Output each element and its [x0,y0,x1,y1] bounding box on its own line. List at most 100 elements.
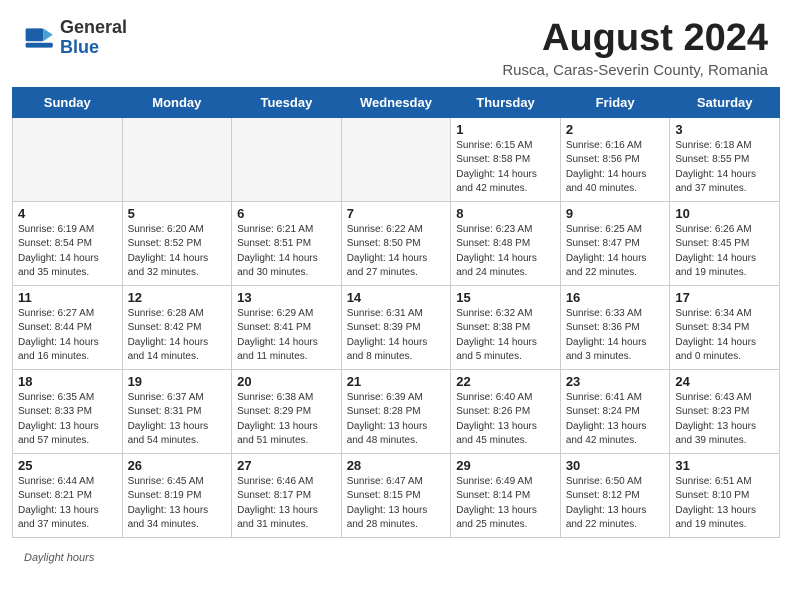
date-number: 21 [347,374,446,389]
month-title: August 2024 [502,18,768,60]
calendar-cell: 13 Sunrise: 6:29 AM Sunset: 8:41 PM Dayli… [232,285,342,369]
date-number: 10 [675,206,774,221]
date-number: 17 [675,290,774,305]
date-number: 25 [18,458,117,473]
calendar-cell: 15 Sunrise: 6:32 AM Sunset: 8:38 PM Dayli… [451,285,561,369]
day-info: Sunrise: 6:39 AM Sunset: 8:28 PM Dayligh… [347,391,446,449]
day-info: Sunrise: 6:40 AM Sunset: 8:26 PM Dayligh… [456,391,555,449]
day-info: Sunrise: 6:45 AM Sunset: 8:19 PM Dayligh… [128,475,227,533]
logo-icon [24,22,56,54]
calendar-cell: 20Sunrise: 6:38 AM Sunset: 8:29 PM Dayli… [232,369,342,453]
calendar-cell: 28 Sunrise: 6:47 AM Sunset: 8:15 PM Dayli… [341,453,451,537]
day-info: Sunrise: 6:34 AM Sunset: 8:34 PM Dayligh… [675,307,774,365]
title-block: August 2024 Rusca, Caras-Severin County,… [502,18,768,79]
day-info: Sunrise: 6:41 AM Sunset: 8:24 PM Dayligh… [566,391,665,449]
calendar-cell: 11 Sunrise: 6:27 AM Sunset: 8:44 PM Dayli… [13,285,123,369]
date-number: 9 [566,206,665,221]
date-number: 12 [128,290,227,305]
date-number: 6 [237,206,336,221]
day-header-tuesday: Tuesday [232,87,342,117]
day-info: Sunrise: 6:22 AM Sunset: 8:50 PM Dayligh… [347,223,446,281]
calendar-cell [341,117,451,201]
day-info: Sunrise: 6:37 AM Sunset: 8:31 PM Dayligh… [128,391,227,449]
calendar-cell: 19 Sunrise: 6:37 AM Sunset: 8:31 PM Dayli… [122,369,232,453]
date-number: 28 [347,458,446,473]
week-row-1: 1 Sunrise: 6:15 AM Sunset: 8:58 PM Daylig… [13,117,780,201]
week-row-3: 11 Sunrise: 6:27 AM Sunset: 8:44 PM Dayli… [13,285,780,369]
date-number: 13 [237,290,336,305]
calendar-cell: 3 Sunrise: 6:18 AM Sunset: 8:55 PM Daylig… [670,117,780,201]
calendar-cell: 27 Sunrise: 6:46 AM Sunset: 8:17 PM Dayli… [232,453,342,537]
calendar-cell: 6Sunrise: 6:21 AM Sunset: 8:51 PM Daylig… [232,201,342,285]
day-info: Sunrise: 6:49 AM Sunset: 8:14 PM Dayligh… [456,475,555,533]
day-info: Sunrise: 6:26 AM Sunset: 8:45 PM Dayligh… [675,223,774,281]
date-number: 29 [456,458,555,473]
calendar-cell [13,117,123,201]
date-number: 23 [566,374,665,389]
calendar-cell: 18 Sunrise: 6:35 AM Sunset: 8:33 PM Dayli… [13,369,123,453]
day-info: Sunrise: 6:27 AM Sunset: 8:44 PM Dayligh… [18,307,117,365]
week-row-5: 25 Sunrise: 6:44 AM Sunset: 8:21 PM Dayli… [13,453,780,537]
date-number: 22 [456,374,555,389]
footer: Daylight hours [0,548,792,572]
calendar-cell: 29 Sunrise: 6:49 AM Sunset: 8:14 PM Dayli… [451,453,561,537]
location-subtitle: Rusca, Caras-Severin County, Romania [502,62,768,79]
date-number: 14 [347,290,446,305]
calendar-cell: 21 Sunrise: 6:39 AM Sunset: 8:28 PM Dayli… [341,369,451,453]
date-number: 7 [347,206,446,221]
date-number: 27 [237,458,336,473]
date-number: 26 [128,458,227,473]
day-info: Sunrise: 6:33 AM Sunset: 8:36 PM Dayligh… [566,307,665,365]
day-info: Sunrise: 6:44 AM Sunset: 8:21 PM Dayligh… [18,475,117,533]
calendar-cell: 10 Sunrise: 6:26 AM Sunset: 8:45 PM Dayli… [670,201,780,285]
day-info: Sunrise: 6:16 AM Sunset: 8:56 PM Dayligh… [566,139,665,197]
day-info: Sunrise: 6:43 AM Sunset: 8:23 PM Dayligh… [675,391,774,449]
date-number: 11 [18,290,117,305]
date-number: 2 [566,122,665,137]
day-info: Sunrise: 6:50 AM Sunset: 8:12 PM Dayligh… [566,475,665,533]
calendar-cell: 23 Sunrise: 6:41 AM Sunset: 8:24 PM Dayli… [560,369,670,453]
day-info: Sunrise: 6:23 AM Sunset: 8:48 PM Dayligh… [456,223,555,281]
calendar-wrapper: SundayMondayTuesdayWednesdayThursdayFrid… [0,87,792,548]
day-info: Sunrise: 6:15 AM Sunset: 8:58 PM Dayligh… [456,139,555,197]
calendar-cell: 17 Sunrise: 6:34 AM Sunset: 8:34 PM Dayli… [670,285,780,369]
date-number: 15 [456,290,555,305]
date-number: 16 [566,290,665,305]
day-info: Sunrise: 6:18 AM Sunset: 8:55 PM Dayligh… [675,139,774,197]
day-info: Sunrise: 6:28 AM Sunset: 8:42 PM Dayligh… [128,307,227,365]
day-info: Sunrise: 6:32 AM Sunset: 8:38 PM Dayligh… [456,307,555,365]
day-info: Sunrise: 6:51 AM Sunset: 8:10 PM Dayligh… [675,475,774,533]
date-number: 24 [675,374,774,389]
day-info: Sunrise: 6:47 AM Sunset: 8:15 PM Dayligh… [347,475,446,533]
calendar-cell: 5Sunrise: 6:20 AM Sunset: 8:52 PM Daylig… [122,201,232,285]
week-row-4: 18 Sunrise: 6:35 AM Sunset: 8:33 PM Dayli… [13,369,780,453]
week-row-2: 4Sunrise: 6:19 AM Sunset: 8:54 PM Daylig… [13,201,780,285]
day-info: Sunrise: 6:20 AM Sunset: 8:52 PM Dayligh… [128,223,227,281]
day-info: Sunrise: 6:46 AM Sunset: 8:17 PM Dayligh… [237,475,336,533]
day-header-sunday: Sunday [13,87,123,117]
date-number: 20 [237,374,336,389]
day-info: Sunrise: 6:29 AM Sunset: 8:41 PM Dayligh… [237,307,336,365]
day-header-thursday: Thursday [451,87,561,117]
date-number: 30 [566,458,665,473]
date-number: 19 [128,374,227,389]
calendar-cell: 24 Sunrise: 6:43 AM Sunset: 8:23 PM Dayli… [670,369,780,453]
date-number: 3 [675,122,774,137]
date-number: 4 [18,206,117,221]
calendar-cell: 8Sunrise: 6:23 AM Sunset: 8:48 PM Daylig… [451,201,561,285]
date-number: 1 [456,122,555,137]
calendar-cell: 1 Sunrise: 6:15 AM Sunset: 8:58 PM Daylig… [451,117,561,201]
calendar-cell: 7 Sunrise: 6:22 AM Sunset: 8:50 PM Daylig… [341,201,451,285]
page-header: General Blue August 2024 Rusca, Caras-Se… [0,0,792,87]
calendar-cell: 2 Sunrise: 6:16 AM Sunset: 8:56 PM Daylig… [560,117,670,201]
day-info: Sunrise: 6:35 AM Sunset: 8:33 PM Dayligh… [18,391,117,449]
day-header-monday: Monday [122,87,232,117]
date-number: 31 [675,458,774,473]
calendar-table: SundayMondayTuesdayWednesdayThursdayFrid… [12,87,780,538]
day-info: Sunrise: 6:25 AM Sunset: 8:47 PM Dayligh… [566,223,665,281]
calendar-cell: 16 Sunrise: 6:33 AM Sunset: 8:36 PM Dayli… [560,285,670,369]
date-number: 18 [18,374,117,389]
header-row: SundayMondayTuesdayWednesdayThursdayFrid… [13,87,780,117]
logo-text: General Blue [60,18,127,58]
calendar-cell: 12 Sunrise: 6:28 AM Sunset: 8:42 PM Dayli… [122,285,232,369]
